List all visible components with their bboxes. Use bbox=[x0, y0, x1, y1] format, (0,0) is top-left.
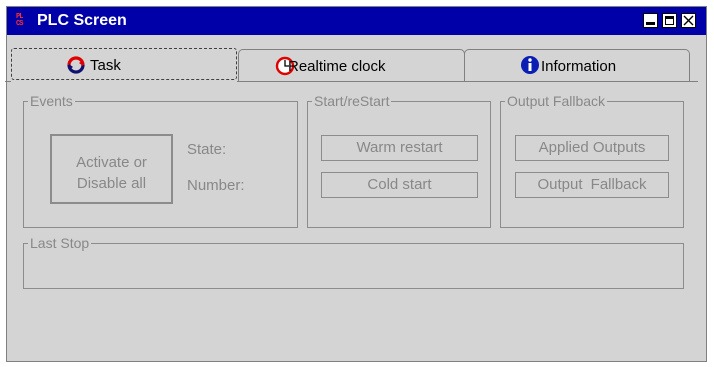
warm-restart-button[interactable]: Warm restart bbox=[321, 135, 478, 161]
button-label-line2: Disable all bbox=[76, 175, 147, 192]
output-fallback-legend: Output Fallback bbox=[507, 93, 606, 109]
applied-outputs-button[interactable]: Applied Outputs bbox=[515, 135, 669, 161]
task-icon bbox=[67, 56, 85, 74]
window-title: PLC Screen bbox=[37, 12, 127, 29]
button-label-line1: Activate or bbox=[76, 154, 147, 171]
focus-rect bbox=[11, 48, 237, 80]
activate-disable-all-button[interactable]: Activate or Disable all bbox=[50, 134, 173, 204]
last-stop-group: Last Stop bbox=[23, 236, 684, 289]
info-icon bbox=[521, 56, 539, 74]
state-label: State: bbox=[187, 141, 227, 158]
tab-label: Information bbox=[541, 58, 617, 75]
title-bar[interactable]: PL CS PLC Screen bbox=[7, 7, 706, 35]
last-stop-legend: Last Stop bbox=[30, 235, 90, 251]
events-legend: Events bbox=[30, 93, 73, 109]
cold-start-button[interactable]: Cold start bbox=[321, 172, 478, 198]
maximize-icon[interactable] bbox=[662, 13, 677, 28]
output-fallback-group: Output Fallback bbox=[500, 94, 684, 228]
tab-label: Task bbox=[90, 57, 121, 74]
close-icon[interactable] bbox=[681, 13, 696, 28]
tab-label: Realtime clock bbox=[288, 58, 386, 75]
output-fallback-button[interactable]: Output Fallback bbox=[515, 172, 669, 198]
number-label: Number: bbox=[187, 177, 245, 194]
minimize-icon[interactable] bbox=[643, 13, 658, 28]
start-restart-legend: Start/reStart bbox=[314, 93, 390, 109]
plc-app-icon: PL CS bbox=[16, 14, 30, 29]
start-restart-group: Start/reStart bbox=[307, 94, 491, 228]
app-icon-text-2: CS bbox=[16, 20, 23, 28]
tab-information[interactable]: Information bbox=[464, 49, 690, 82]
tab-task[interactable]: Task bbox=[11, 48, 237, 83]
tab-realtime-clock[interactable]: Realtime clock bbox=[238, 49, 465, 82]
